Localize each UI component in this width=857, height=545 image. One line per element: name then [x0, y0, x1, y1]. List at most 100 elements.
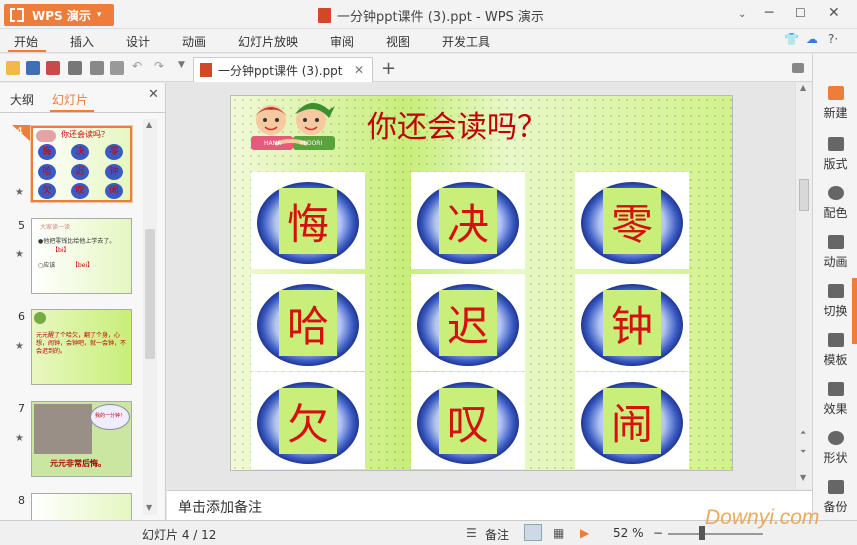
char-clock-7[interactable]: 欠 [251, 372, 365, 469]
thumbnail-number: 5 [18, 219, 25, 232]
backup-button[interactable]: 备份 [813, 480, 857, 515]
thumb-text: 【bi】 [52, 247, 70, 254]
layout-label: 版式 [823, 157, 848, 171]
thumbnail-slide-5[interactable]: 大家读一读 ●他把零钱比给他上学去了。 【bi】 ○应该 【bei】 [31, 218, 132, 294]
ppt-file-icon [318, 8, 331, 23]
next-slide-icon[interactable]: ⏷ [800, 447, 806, 457]
save-icon[interactable] [26, 61, 40, 75]
pane-collapse-handle[interactable] [852, 278, 857, 344]
menu-slideshow[interactable]: 幻灯片放映 [238, 33, 298, 50]
thumbnail-slide-7[interactable]: 我的一分钟！ 元元非常后悔。 [31, 401, 132, 477]
animation-star-icon: ★ [15, 249, 24, 260]
menu-view[interactable]: 视图 [386, 33, 410, 50]
animation-star-icon: ★ [15, 433, 24, 444]
normal-view-icon[interactable] [524, 524, 542, 541]
notes-icon[interactable]: ☰ [466, 526, 477, 540]
spellcheck-icon[interactable] [110, 61, 124, 75]
template-label: 模板 [823, 353, 848, 367]
char-label: 哈 [279, 290, 337, 356]
minimize-button[interactable]: ─ [765, 5, 773, 21]
skin-icon[interactable]: 👕 [784, 32, 799, 46]
backup-label: 备份 [823, 500, 848, 514]
tab-options-icon[interactable] [792, 63, 804, 73]
scroll-up-icon[interactable]: ▲ [146, 120, 152, 129]
slide-title[interactable]: 你还会读吗？ [367, 102, 547, 146]
thumbnail-number: 4 [16, 125, 23, 138]
layout-button[interactable]: 版式 [813, 137, 857, 172]
close-panel-icon[interactable]: ✕ [148, 87, 159, 102]
zoom-out-icon[interactable]: − [653, 526, 663, 540]
menu-animation[interactable]: 动画 [182, 33, 206, 50]
scroll-thumb[interactable] [799, 179, 809, 211]
wps-menu-button[interactable]: WPS 演示 ▾ [4, 4, 114, 26]
toolbar-more-icon[interactable]: ▼ [178, 60, 185, 74]
thumbnail-scrollbar[interactable]: ▲ ▼ [143, 119, 157, 515]
effects-label: 效果 [823, 402, 848, 416]
slide-sorter-icon[interactable]: ▦ [553, 526, 564, 540]
close-button[interactable]: ✕ [828, 5, 840, 21]
char-clock-5[interactable]: 迟 [411, 274, 525, 371]
animation-button[interactable]: 动画 [813, 235, 857, 270]
template-button[interactable]: 模板 [813, 333, 857, 368]
print-icon[interactable] [68, 61, 82, 75]
current-slide[interactable]: HANA MIDORI 你还会读吗？ 悔 决 零 哈 迟 钟 欠 叹 闹 [230, 95, 733, 471]
panel-tabs: 大纲 幻灯片 ✕ [0, 83, 166, 113]
zoom-level[interactable]: 52 % [613, 526, 644, 540]
undo-icon[interactable]: ↶ [132, 59, 142, 73]
tab-outline[interactable]: 大纲 [10, 91, 34, 108]
thumbnail-slide-8[interactable] [31, 493, 132, 520]
scroll-down-icon[interactable]: ▼ [800, 473, 806, 482]
maximize-button[interactable]: ☐ [795, 6, 806, 20]
char-label: 悔 [279, 188, 337, 254]
active-menu-indicator [8, 50, 46, 52]
new-button[interactable]: 新建 [813, 86, 857, 121]
char-clock-6[interactable]: 钟 [575, 274, 689, 371]
scroll-thumb[interactable] [145, 229, 155, 359]
thumbnail-slide-4[interactable]: 你还会读吗？ 悔 决 零 哈 迟 钟 欠 叹 闹 [30, 125, 133, 203]
char-clock-4[interactable]: 哈 [251, 274, 365, 371]
char-clock-9[interactable]: 闹 [575, 372, 689, 469]
wps-logo-icon [10, 8, 24, 22]
help-icon[interactable]: ?· [828, 32, 838, 46]
char-clock-3[interactable]: 零 [575, 172, 689, 269]
tab-slides[interactable]: 幻灯片 [52, 91, 88, 108]
new-tab-button[interactable]: + [381, 58, 396, 79]
document-tab-label: 一分钟ppt课件 (3).ppt [218, 63, 343, 78]
transition-button[interactable]: 切换 [813, 284, 857, 319]
scroll-up-icon[interactable]: ▲ [800, 83, 806, 92]
export-pdf-icon[interactable] [46, 61, 60, 75]
restore-ribbon-icon[interactable]: ⌄ [738, 9, 746, 20]
slide-counter: 幻灯片 4 / 12 [142, 528, 217, 542]
cloud-icon[interactable]: ☁ [806, 32, 818, 46]
print-preview-icon[interactable] [90, 61, 104, 75]
close-tab-icon[interactable]: ✕ [354, 63, 364, 77]
thumbnail-number: 6 [18, 310, 25, 323]
open-icon[interactable] [6, 61, 20, 75]
color-scheme-button[interactable]: 配色 [813, 186, 857, 221]
thumbnail-slide-6[interactable]: 元元醒了个哈欠，翻了个身，心想，闹钟，会钟吧，就一会钟，不会迟到的。 [31, 309, 132, 385]
window-title: 一分钟ppt课件 (3).ppt - WPS 演示 [318, 6, 544, 25]
redo-icon[interactable]: ↷ [154, 59, 164, 73]
menu-developer[interactable]: 开发工具 [442, 33, 490, 50]
menu-home[interactable]: 开始 [14, 33, 38, 50]
menu-review[interactable]: 审阅 [330, 33, 354, 50]
zoom-slider-track[interactable] [668, 533, 763, 535]
menu-design[interactable]: 设计 [126, 33, 150, 50]
char-clock-2[interactable]: 决 [411, 172, 525, 269]
notes-toggle-label[interactable]: 备注 [485, 526, 509, 543]
notes-placeholder[interactable]: 单击添加备注 [178, 497, 262, 517]
char-clock-1[interactable]: 悔 [251, 172, 365, 269]
shapes-button[interactable]: 形状 [813, 431, 857, 466]
previous-slide-icon[interactable]: ⏶ [800, 428, 806, 438]
editor-scrollbar[interactable]: ▲ ⏶ ⏷ ▼ [795, 83, 812, 489]
menu-insert[interactable]: 插入 [70, 33, 94, 50]
thumb-text: ●他把零钱比给他上学去了。 [38, 238, 116, 245]
scroll-down-icon[interactable]: ▼ [146, 503, 152, 512]
document-tab[interactable]: 一分钟ppt课件 (3).ppt ✕ [193, 57, 373, 82]
char-clock-8[interactable]: 叹 [411, 372, 525, 469]
effects-button[interactable]: 效果 [813, 382, 857, 417]
transition-icon [827, 284, 844, 298]
thumb-image [34, 312, 46, 324]
thumbnail-number: 8 [18, 494, 25, 507]
play-slideshow-icon[interactable]: ▶ [580, 526, 589, 540]
